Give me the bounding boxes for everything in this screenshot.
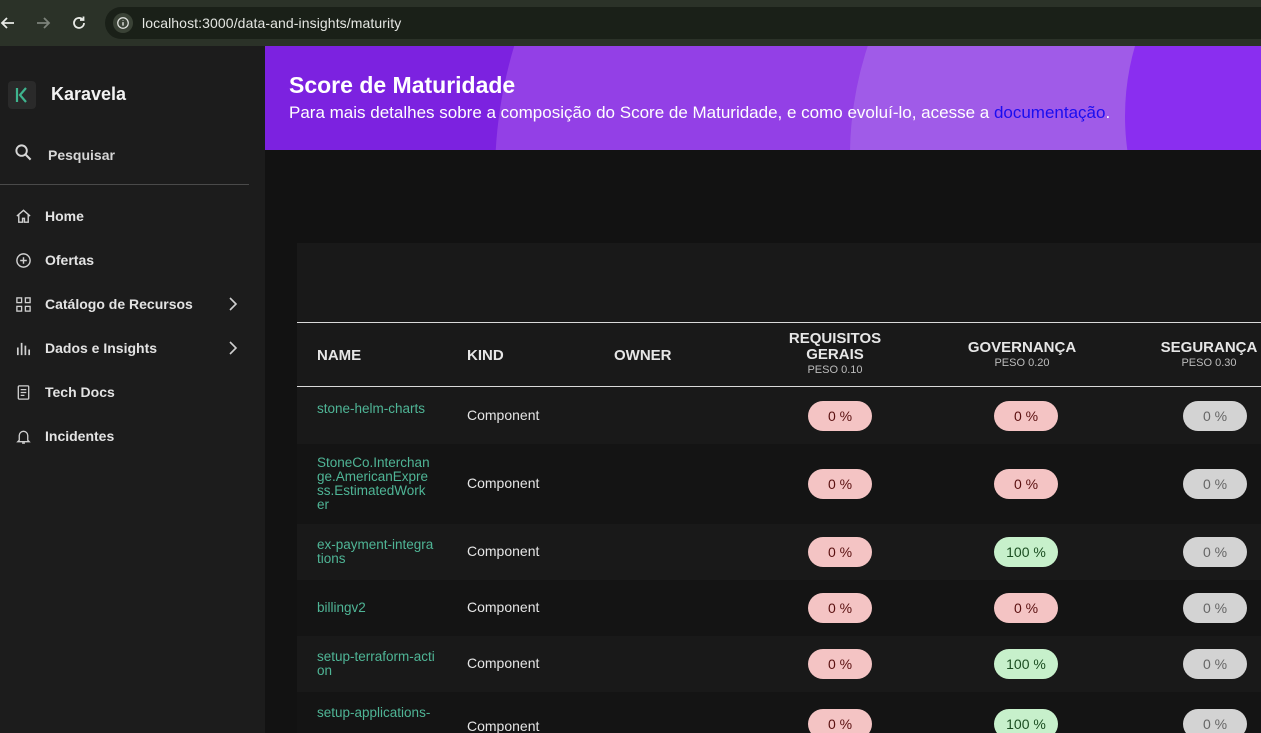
- score-governanca-badge: 0 %: [994, 401, 1058, 431]
- score-seguranca-badge: 0 %: [1183, 537, 1247, 567]
- column-header-weight: PESO 0.20: [994, 357, 1050, 369]
- table-row[interactable]: billingv2 Component 0 % 0 % 0 %: [297, 580, 1261, 636]
- entity-name-link[interactable]: billingv2: [317, 601, 435, 615]
- sidebar-item-label: Tech Docs: [45, 384, 115, 400]
- entity-name-link[interactable]: StoneCo.Interchange.AmericanExpress.Esti…: [317, 456, 433, 512]
- sidebar: Karavela Pesquisar Home Ofertas Catálogo…: [0, 46, 265, 733]
- sidebar-item-catalogo[interactable]: Catálogo de Recursos: [14, 292, 249, 316]
- browser-toolbar: localhost:3000/data-and-insights/maturit…: [0, 0, 1261, 46]
- address-bar[interactable]: localhost:3000/data-and-insights/maturit…: [105, 7, 1261, 39]
- table-row[interactable]: StoneCo.Interchange.AmericanExpress.Esti…: [297, 444, 1261, 524]
- page-subtitle-end: .: [1105, 103, 1111, 122]
- column-header-weight: PESO 0.10: [807, 364, 863, 376]
- table-header: NAME KIND OWNER REQUISITOS GERAIS PESO 0…: [297, 322, 1261, 387]
- column-header-owner[interactable]: OWNER: [614, 347, 672, 364]
- score-governanca-badge: 100 %: [994, 649, 1058, 679]
- page-subtitle-text: Para mais detalhes sobre a composição do…: [289, 103, 994, 122]
- maturity-table: NAME KIND OWNER REQUISITOS GERAIS PESO 0…: [297, 243, 1261, 733]
- entity-name-link[interactable]: ex-payment-integrations: [317, 538, 435, 566]
- sidebar-item-label: Catálogo de Recursos: [45, 296, 193, 312]
- score-seguranca-badge: 0 %: [1183, 593, 1247, 623]
- sidebar-item-ofertas[interactable]: Ofertas: [14, 248, 249, 272]
- sidebar-item-tech-docs[interactable]: Tech Docs: [14, 380, 249, 404]
- sidebar-item-label: Dados e Insights: [45, 340, 158, 356]
- chevron-right-icon[interactable]: [225, 296, 241, 312]
- page-title: Score de Maturidade: [289, 72, 516, 98]
- forward-icon[interactable]: [33, 13, 53, 33]
- page-header-banner: Score de Maturidade Para mais detalhes s…: [265, 46, 1261, 150]
- back-icon[interactable]: [0, 13, 18, 33]
- score-seguranca-badge: 0 %: [1183, 649, 1247, 679]
- sidebar-item-label: Ofertas: [45, 252, 95, 268]
- column-header-label: REQUISITOS GERAIS: [788, 330, 882, 363]
- column-header-name[interactable]: NAME: [317, 347, 361, 364]
- sidebar-item-dados-insights[interactable]: Dados e Insights: [14, 336, 249, 360]
- app-name[interactable]: Karavela: [51, 84, 126, 105]
- sidebar-item-incidentes[interactable]: Incidentes: [14, 424, 249, 448]
- home-icon: [14, 207, 32, 225]
- sidebar-item-home[interactable]: Home: [14, 204, 249, 228]
- column-header-kind[interactable]: KIND: [467, 347, 504, 364]
- score-requisitos-badge: 0 %: [808, 593, 872, 623]
- entity-name-link[interactable]: setup-applications-: [317, 706, 435, 720]
- table-row[interactable]: setup-terraform-action Component 0 % 100…: [297, 636, 1261, 692]
- score-governanca-badge: 100 %: [994, 709, 1058, 733]
- entity-kind: Component: [467, 543, 540, 559]
- entity-name-link[interactable]: stone-helm-charts: [317, 402, 435, 416]
- sidebar-search[interactable]: Pesquisar: [14, 143, 115, 167]
- score-requisitos-badge: 0 %: [808, 537, 872, 567]
- entity-name-link[interactable]: setup-terraform-action: [317, 650, 435, 678]
- entity-kind: Component: [467, 407, 540, 423]
- score-requisitos-badge: 0 %: [808, 401, 872, 431]
- entity-kind: Component: [467, 655, 540, 671]
- score-seguranca-badge: 0 %: [1183, 401, 1247, 431]
- bell-icon: [14, 427, 32, 445]
- sidebar-divider: [0, 184, 249, 185]
- column-header-weight: PESO 0.30: [1181, 357, 1237, 369]
- page-subtitle: Para mais detalhes sobre a composição do…: [289, 103, 1110, 123]
- entity-kind: Component: [467, 718, 540, 733]
- grid-icon: [14, 295, 32, 313]
- search-icon: [14, 143, 33, 167]
- plus-circle-icon: [14, 251, 32, 269]
- score-seguranca-badge: 0 %: [1183, 469, 1247, 499]
- url-text[interactable]: localhost:3000/data-and-insights/maturit…: [142, 15, 401, 31]
- karavela-logo-icon[interactable]: [8, 81, 36, 109]
- score-governanca-badge: 0 %: [994, 469, 1058, 499]
- entity-kind: Component: [467, 475, 540, 491]
- reload-icon[interactable]: [69, 13, 89, 33]
- main-content: Score de Maturidade Para mais detalhes s…: [265, 46, 1261, 733]
- column-header-label: GOVERNANÇA: [967, 339, 1077, 356]
- table-row[interactable]: setup-applications- Component 0 % 100 % …: [297, 692, 1261, 733]
- table-row[interactable]: stone-helm-charts Component 0 % 0 % 0 %: [297, 388, 1261, 444]
- documentation-link[interactable]: documentação: [994, 103, 1106, 122]
- bar-chart-icon: [14, 339, 32, 357]
- sidebar-item-label: Home: [45, 208, 84, 224]
- site-info-icon[interactable]: [113, 13, 133, 33]
- column-header-governanca[interactable]: GOVERNANÇA PESO 0.20: [957, 339, 1087, 369]
- entity-kind: Component: [467, 599, 540, 615]
- score-governanca-badge: 0 %: [994, 593, 1058, 623]
- column-header-requisitos-gerais[interactable]: REQUISITOS GERAIS PESO 0.10: [775, 330, 895, 377]
- score-requisitos-badge: 0 %: [808, 649, 872, 679]
- table-row[interactable]: ex-payment-integrations Component 0 % 10…: [297, 524, 1261, 580]
- sidebar-item-label: Incidentes: [45, 428, 115, 444]
- document-icon: [14, 383, 32, 401]
- score-requisitos-badge: 0 %: [808, 709, 872, 733]
- column-header-label: SEGURANÇA: [1160, 339, 1258, 356]
- search-label: Pesquisar: [48, 147, 115, 163]
- score-governanca-badge: 100 %: [994, 537, 1058, 567]
- chevron-right-icon[interactable]: [225, 340, 241, 356]
- score-requisitos-badge: 0 %: [808, 469, 872, 499]
- column-header-seguranca[interactable]: SEGURANÇA PESO 0.30: [1149, 339, 1261, 369]
- banner-decoration: [1125, 46, 1261, 150]
- score-seguranca-badge: 0 %: [1183, 709, 1247, 733]
